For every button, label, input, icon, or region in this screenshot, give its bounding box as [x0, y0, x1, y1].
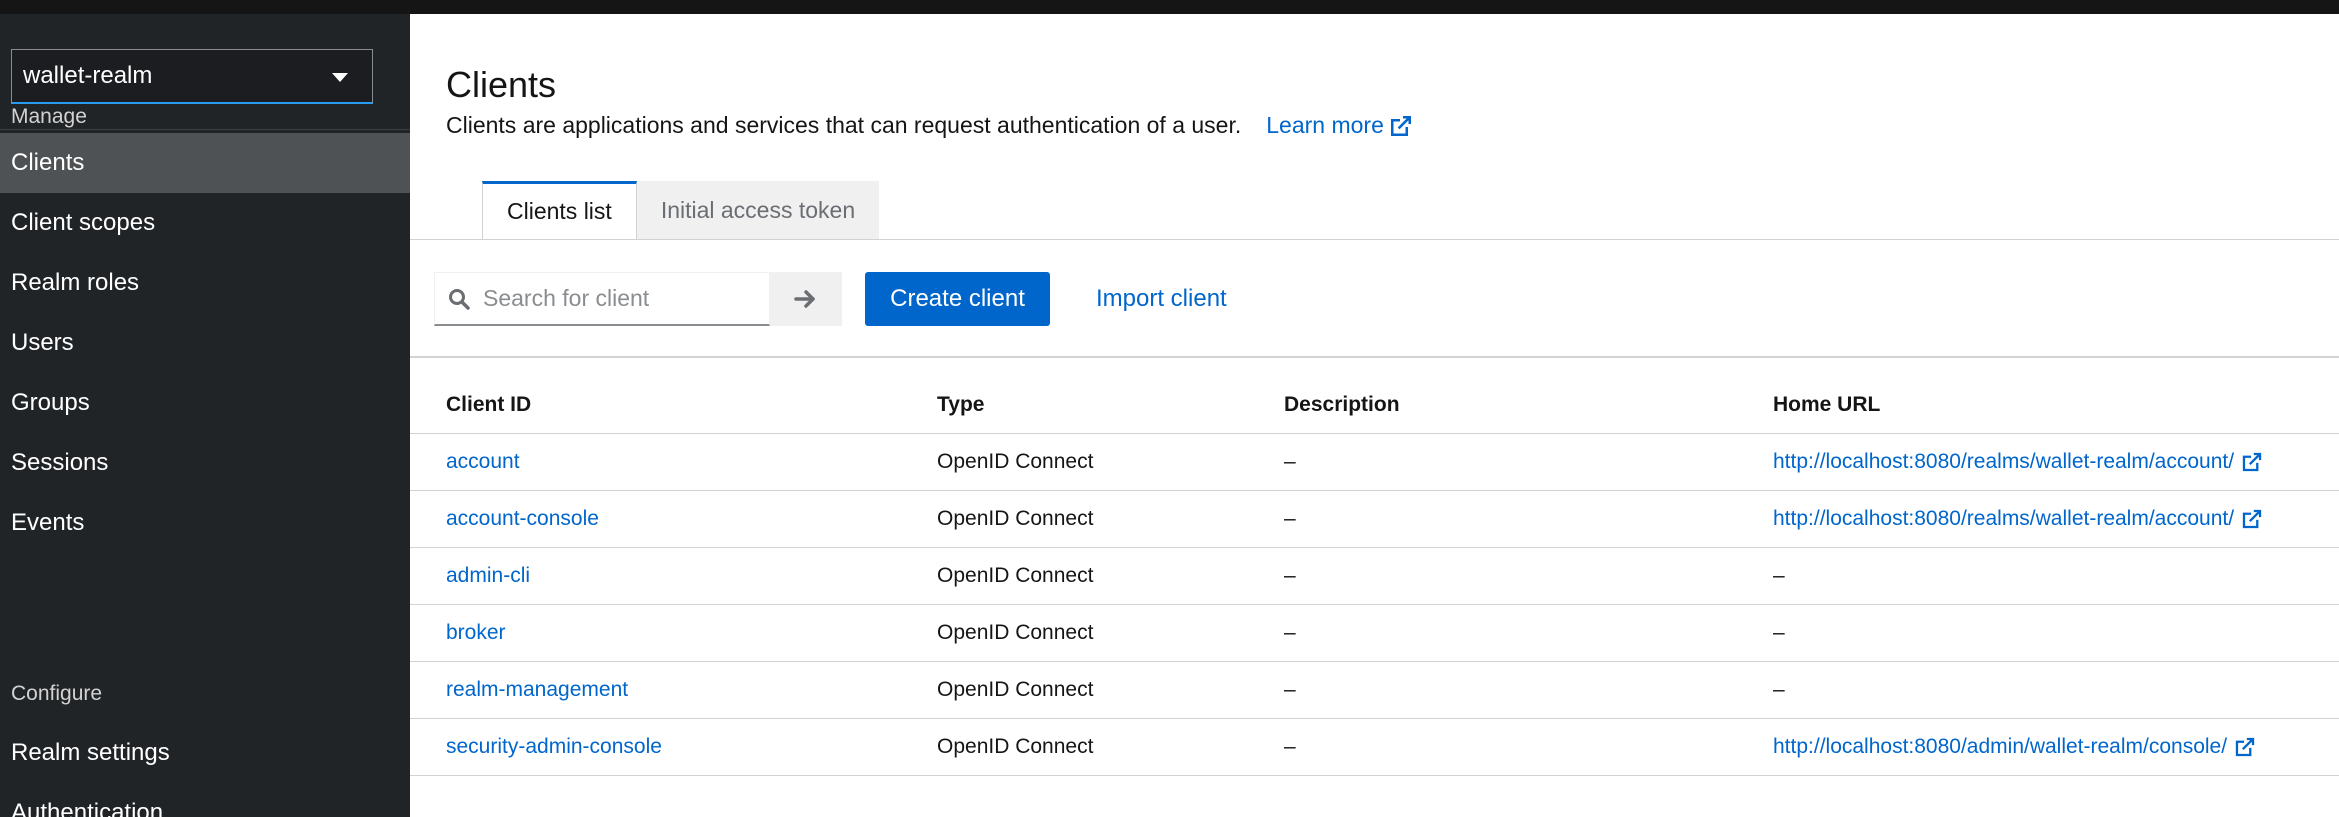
column-header-home-url[interactable]: Home URL	[1773, 358, 1880, 433]
clients-table: Client ID Type Description Home URL acco…	[410, 358, 2339, 776]
learn-more-label: Learn more	[1266, 112, 1384, 138]
tabs: Clients list Initial access token	[482, 181, 880, 239]
main-content: Clients Clients are applications and ser…	[410, 14, 2339, 817]
page-description-text: Clients are applications and services th…	[446, 112, 1242, 138]
sidebar-item-label: Sessions	[11, 449, 109, 476]
sidebar-item-authentication[interactable]: Authentication	[0, 783, 410, 817]
sidebar-item-label: Clients	[11, 149, 85, 176]
client-description: –	[1284, 564, 1296, 587]
create-client-button[interactable]: Create client	[865, 272, 1050, 326]
sidebar-item-label: Groups	[11, 389, 90, 416]
table-row: security-admin-console OpenID Connect – …	[410, 719, 2339, 776]
sidebar-item-label: Users	[11, 329, 74, 356]
client-description: –	[1284, 507, 1296, 530]
column-header-description[interactable]: Description	[1284, 358, 1400, 433]
home-url-link[interactable]: http://localhost:8080/admin/wallet-realm…	[1773, 735, 2227, 759]
client-type: OpenID Connect	[937, 678, 1094, 701]
sidebar-item-realm-settings[interactable]: Realm settings	[0, 723, 410, 783]
sidebar-item-client-scopes[interactable]: Client scopes	[0, 193, 410, 253]
sidebar-item-label: Authentication	[11, 799, 164, 817]
caret-down-icon	[332, 73, 348, 82]
client-description: –	[1284, 450, 1296, 473]
search-icon	[449, 288, 470, 310]
arrow-right-icon	[794, 290, 815, 308]
column-header-client-id[interactable]: Client ID	[446, 358, 531, 433]
client-type: OpenID Connect	[937, 735, 1094, 758]
client-description: –	[1284, 735, 1296, 758]
client-type: OpenID Connect	[937, 564, 1094, 587]
realm-selector-value: wallet-realm	[23, 62, 153, 89]
external-link-icon	[1390, 115, 1411, 136]
table-row: account-console OpenID Connect – http://…	[410, 491, 2339, 548]
client-id-link[interactable]: account	[446, 450, 520, 474]
nav-group-title-manage: Manage	[11, 105, 87, 128]
search-input[interactable]	[483, 285, 753, 312]
table-row: broker OpenID Connect – –	[410, 605, 2339, 662]
home-url-empty: –	[1773, 621, 1785, 644]
page-title: Clients	[446, 64, 557, 105]
sidebar-item-label: Events	[11, 509, 85, 536]
home-url-link[interactable]: http://localhost:8080/realms/wallet-real…	[1773, 507, 2234, 531]
client-id-link[interactable]: broker	[446, 621, 506, 645]
home-url-link[interactable]: http://localhost:8080/realms/wallet-real…	[1773, 450, 2234, 474]
sidebar-divider	[0, 129, 410, 130]
client-type: OpenID Connect	[937, 450, 1094, 473]
tab-initial-access-token[interactable]: Initial access token	[636, 181, 880, 239]
sidebar-item-label: Client scopes	[11, 209, 156, 236]
page-description: Clients are applications and services th…	[446, 112, 1413, 139]
learn-more-link[interactable]: Learn more	[1266, 112, 1413, 139]
table-header-row: Client ID Type Description Home URL	[410, 358, 2339, 434]
table-row: admin-cli OpenID Connect – –	[410, 548, 2339, 605]
client-id-link[interactable]: realm-management	[446, 678, 628, 702]
sidebar-item-events[interactable]: Events	[0, 493, 410, 553]
tab-clients-list[interactable]: Clients list	[482, 181, 637, 239]
sidebar-item-groups[interactable]: Groups	[0, 373, 410, 433]
sidebar-item-clients[interactable]: Clients	[0, 133, 410, 193]
client-description: –	[1284, 621, 1296, 644]
realm-selector[interactable]: wallet-realm	[11, 49, 373, 104]
sidebar-item-users[interactable]: Users	[0, 313, 410, 373]
external-link-icon	[2242, 452, 2262, 472]
table-row: account OpenID Connect – http://localhos…	[410, 434, 2339, 491]
home-url-empty: –	[1773, 564, 1785, 587]
column-header-type[interactable]: Type	[937, 358, 984, 433]
sidebar: wallet-realm Manage Clients Client scope…	[0, 14, 410, 817]
external-link-icon	[2242, 509, 2262, 529]
client-id-link[interactable]: security-admin-console	[446, 735, 662, 759]
search-submit-button[interactable]	[770, 272, 842, 326]
client-type: OpenID Connect	[937, 507, 1094, 530]
client-id-link[interactable]: admin-cli	[446, 564, 530, 588]
search-box	[434, 272, 770, 326]
sidebar-item-sessions[interactable]: Sessions	[0, 433, 410, 493]
import-client-button[interactable]: Import client	[1096, 272, 1227, 326]
client-description: –	[1284, 678, 1296, 701]
nav-group-title-configure: Configure	[11, 682, 103, 705]
table-row: realm-management OpenID Connect – –	[410, 662, 2339, 719]
client-id-link[interactable]: account-console	[446, 507, 599, 531]
client-type: OpenID Connect	[937, 621, 1094, 644]
sidebar-item-label: Realm roles	[11, 269, 140, 296]
home-url-empty: –	[1773, 678, 1785, 701]
sidebar-item-label: Realm settings	[11, 739, 170, 766]
external-link-icon	[2235, 737, 2255, 757]
sidebar-item-realm-roles[interactable]: Realm roles	[0, 253, 410, 313]
masthead	[0, 0, 2339, 14]
